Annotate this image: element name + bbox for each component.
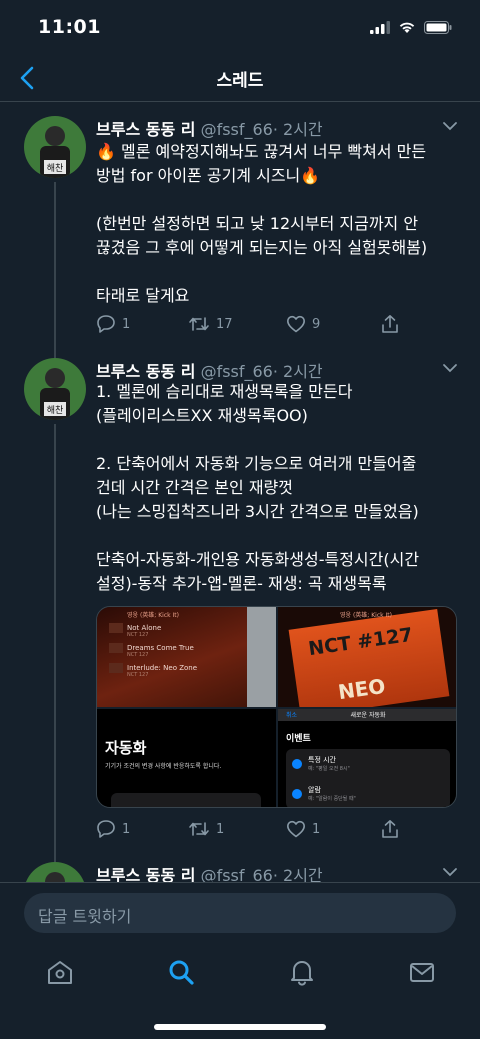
tweet-media[interactable]: 영웅 (英雄; Kick It) Not Alone NCT 127 Dream… [96,606,457,808]
system-icons [370,20,452,34]
tweet-actions: 1 1 1 [96,819,426,841]
retweet-button[interactable]: 17 [188,314,233,334]
retweet-icon [189,822,209,836]
tweet[interactable]: 해찬 브루스 동동 리 @fssf_66· 2시간 1. 멜론에 슴리대로 재생… [0,358,480,870]
thread-line [54,424,56,870]
share-button[interactable] [380,314,400,334]
tweet-text: 🔥 멜론 예약정지해놔도 끊겨서 너무 빡쳐서 만든 방법 for 아이폰 공기… [96,142,428,305]
reply-button[interactable]: 1 [96,819,130,839]
search-icon[interactable] [167,958,195,986]
like-icon [287,820,305,838]
tweet[interactable]: 해찬 브루스 동동 리 @fssf_66· 2시간 🔥 멜론 예약정지해놔도 끊… [0,116,480,360]
user-handle: @fssf_66 [200,866,273,882]
tweet-time: · 2시간 [272,362,323,381]
reply-input[interactable]: 답글 트윗하기 [24,893,456,933]
chevron-down-icon[interactable] [442,864,458,880]
user-handle: @fssf_66 [200,362,273,381]
media-image-album[interactable]: 영웅 (英雄; Kick It) NCT #127 NEO [278,607,456,707]
status-time: 11:01 [38,16,101,38]
user-name[interactable]: 브루스 동동 리 [96,120,195,139]
messages-icon[interactable] [408,958,436,986]
tweet-text: 1. 멜론에 슴리대로 재생목록을 만든다 (플레이리스트XX 재생목록OO) … [96,382,420,593]
share-button[interactable] [380,819,400,839]
chevron-down-icon[interactable] [442,118,458,134]
home-indicator[interactable] [154,1024,326,1030]
reply-button[interactable]: 1 [96,314,130,334]
battery-icon [424,20,452,34]
status-bar: 11:01 [0,0,480,56]
reply-icon [97,820,115,838]
media-image-automation[interactable]: 자동화 기기가 조건의 변경 사항에 반응하도록 합니다. [97,709,276,807]
avatar[interactable]: 해찬 [24,358,86,420]
tweet-header: 브루스 동동 리 @fssf_66· 2시간 [96,862,323,882]
like-button[interactable]: 9 [286,314,320,334]
signal-icon [370,20,390,34]
home-icon[interactable] [46,958,74,986]
header: 스레드 [0,56,480,102]
share-icon [382,315,398,333]
svg-text:해찬: 해찬 [47,163,64,174]
user-name[interactable]: 브루스 동동 리 [96,866,195,882]
retweet-icon [189,317,209,331]
retweet-count: 17 [216,316,233,332]
thread-line [54,182,56,360]
like-icon [287,315,305,333]
retweet-count: 1 [216,821,225,837]
media-image-new-automation[interactable]: 취소 새로운 자동화 이벤트 특정 시간 예: "평일 오전 8시" 알람 예:… [278,709,456,807]
user-name[interactable]: 브루스 동동 리 [96,362,195,381]
reply-icon [97,315,115,333]
tweet[interactable]: 브루스 동동 리 @fssf_66· 2시간 [0,862,480,882]
reply-count: 1 [122,316,131,332]
share-icon [382,820,398,838]
notifications-icon[interactable] [288,958,316,986]
like-count: 1 [312,821,321,837]
wifi-icon [399,22,415,33]
like-count: 9 [312,316,321,332]
reply-bar: 답글 트윗하기 [0,882,480,944]
tweet-header: 브루스 동동 리 @fssf_66· 2시간 [96,116,323,140]
chevron-down-icon[interactable] [442,360,458,376]
page-title: 스레드 [216,71,264,91]
retweet-button[interactable]: 1 [188,819,224,839]
reply-count: 1 [122,821,131,837]
avatar[interactable] [24,862,86,882]
avatar[interactable]: 해찬 [24,116,86,178]
tweet-time: · 2시간 [272,120,323,139]
tweet-time: · 2시간 [272,866,323,882]
tweet-actions: 1 17 9 [96,314,426,336]
user-handle: @fssf_66 [200,120,273,139]
like-button[interactable]: 1 [286,819,320,839]
tweet-header: 브루스 동동 리 @fssf_66· 2시간 [96,358,323,382]
svg-text:해찬: 해찬 [47,405,64,416]
media-image-playlist[interactable]: 영웅 (英雄; Kick It) Not Alone NCT 127 Dream… [97,607,276,707]
